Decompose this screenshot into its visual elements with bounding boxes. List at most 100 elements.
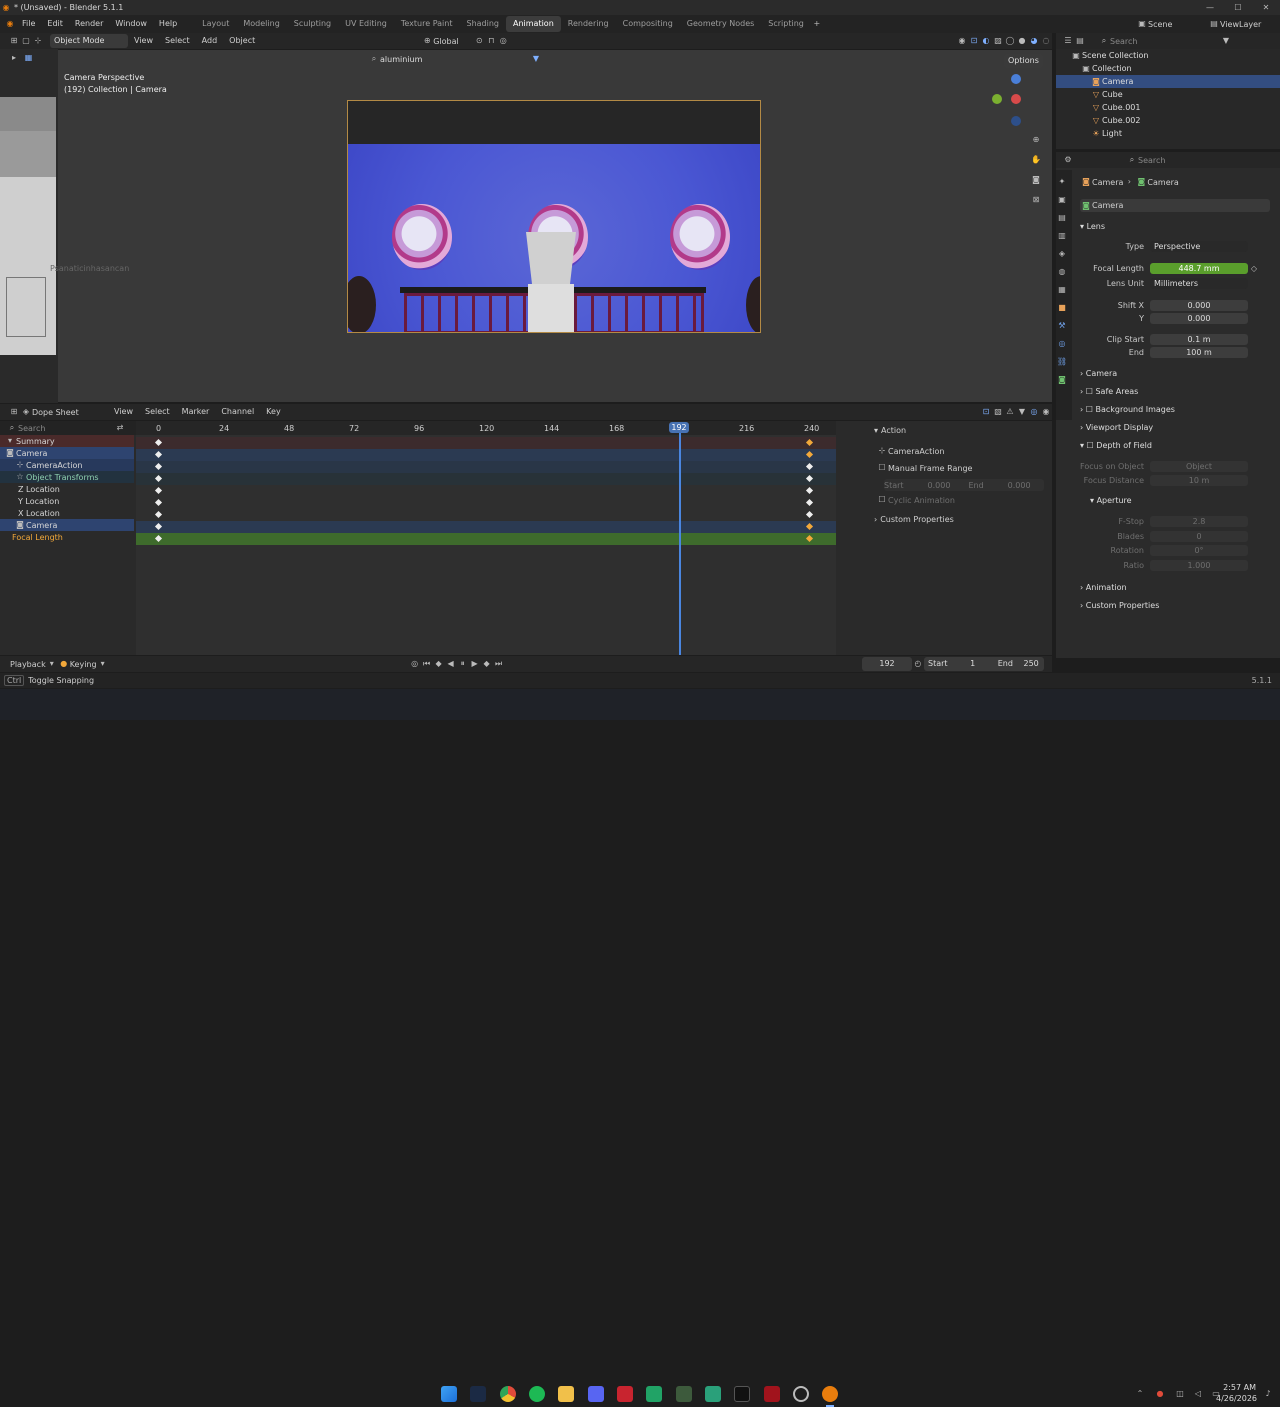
menu-window[interactable]: Window bbox=[109, 15, 153, 33]
pan-hand-icon[interactable]: ✋ bbox=[1030, 154, 1042, 166]
panel-depth-of-field[interactable]: ▾ ☐ Depth of Field bbox=[1080, 439, 1152, 453]
clip-end-field[interactable]: 100 m bbox=[1150, 347, 1248, 358]
outliner-item-cube-001[interactable]: ▽ Cube.001 bbox=[1070, 101, 1280, 114]
action-panel-header[interactable]: ▾ Action bbox=[874, 426, 906, 435]
panel-camera[interactable]: › Camera bbox=[1080, 367, 1117, 381]
filter-icon[interactable]: ▼ bbox=[1016, 406, 1028, 418]
menu-view[interactable]: View bbox=[128, 32, 159, 50]
app-grey-icon[interactable] bbox=[793, 1386, 809, 1402]
jump-end-icon[interactable]: ⏭ bbox=[493, 658, 505, 670]
tab-uv-editing[interactable]: UV Editing bbox=[338, 16, 394, 32]
shift-x-field[interactable]: 0.000 bbox=[1150, 300, 1248, 311]
viewlayer-selector[interactable]: ViewLayer bbox=[1220, 20, 1280, 29]
volume-icon[interactable]: ◁ bbox=[1192, 1388, 1204, 1400]
constraint-tab-icon[interactable]: ⛓ bbox=[1056, 356, 1068, 368]
options-button[interactable]: Options bbox=[1004, 54, 1043, 68]
outliner-item-cube-002[interactable]: ▽ Cube.002 bbox=[1070, 114, 1280, 127]
orientation-dropdown[interactable]: Global bbox=[433, 37, 473, 46]
app-red-dark-icon[interactable] bbox=[764, 1386, 780, 1402]
fstop-field[interactable]: 2.8 bbox=[1150, 516, 1248, 527]
app-teal-icon[interactable] bbox=[705, 1386, 721, 1402]
notification-bell-icon[interactable]: ♪ bbox=[1262, 1388, 1274, 1400]
outliner-editor-icon[interactable]: ☰ bbox=[1062, 35, 1074, 47]
only-selected-icon[interactable]: ⊡ bbox=[980, 406, 992, 418]
shift-y-field[interactable]: 0.000 bbox=[1150, 313, 1248, 324]
frame-ruler[interactable]: 0 24 48 72 96 120 144 168 216 240 bbox=[136, 421, 864, 435]
outliner-item-collection[interactable]: ▣ Collection bbox=[1070, 62, 1280, 75]
tab-animation[interactable]: Animation bbox=[505, 16, 561, 32]
tab-geometry-nodes[interactable]: Geometry Nodes bbox=[680, 16, 761, 32]
keyframe-start-row-5[interactable] bbox=[154, 498, 163, 507]
datablock-field[interactable]: ◙ Camera bbox=[1080, 199, 1270, 212]
menu-add[interactable]: Add bbox=[196, 32, 224, 50]
focus-distance-field[interactable]: 10 m bbox=[1150, 475, 1248, 486]
world-tab-icon[interactable]: ◍ bbox=[1056, 266, 1068, 278]
manual-frame-range-checkbox[interactable]: ☐ Manual Frame Range bbox=[876, 462, 972, 474]
tab-modeling[interactable]: Modeling bbox=[236, 16, 286, 32]
playback-menu[interactable]: Playback bbox=[10, 660, 46, 669]
outliner-item-scene-collection[interactable]: ▣ Scene Collection bbox=[1070, 49, 1280, 62]
camera-data-tab-icon[interactable]: ◙ bbox=[1056, 374, 1068, 386]
camera-view-icon[interactable]: ◙ bbox=[1030, 174, 1042, 186]
panel-viewport-display[interactable]: › Viewport Display bbox=[1080, 421, 1153, 435]
tab-rendering[interactable]: Rendering bbox=[561, 16, 616, 32]
clip-start-field[interactable]: 0.1 m bbox=[1150, 334, 1248, 345]
blender-menu-icon[interactable]: ◉ bbox=[4, 18, 16, 30]
tool-tab-icon[interactable]: ✦ bbox=[1056, 176, 1068, 188]
gizmo-icon[interactable]: ⊡ bbox=[968, 35, 980, 47]
shading-solid-icon[interactable]: ● bbox=[1016, 35, 1028, 47]
dopesheet-menu-select[interactable]: Select bbox=[139, 403, 176, 421]
ratio-field[interactable]: 1.000 bbox=[1150, 560, 1248, 571]
visibility-icon[interactable]: ◉ bbox=[956, 35, 968, 47]
channel-summary[interactable]: ▾ Summary bbox=[0, 435, 134, 447]
keyframe-end-row-6[interactable] bbox=[805, 510, 814, 519]
editor-type-icon[interactable]: ⊞ bbox=[8, 35, 20, 47]
dopesheet-menu-marker[interactable]: Marker bbox=[176, 403, 216, 421]
current-frame-field[interactable]: 192 bbox=[862, 657, 912, 671]
tab-layout[interactable]: Layout bbox=[195, 16, 236, 32]
pause-icon[interactable]: ⏸ bbox=[457, 658, 469, 670]
focal-length-field[interactable]: 448.7 mm bbox=[1150, 263, 1248, 274]
lock-icon[interactable]: ⊠ bbox=[1030, 194, 1042, 206]
menu-edit[interactable]: Edit bbox=[41, 15, 69, 33]
menu-file[interactable]: File bbox=[16, 15, 41, 33]
scene-selector[interactable]: Scene bbox=[1148, 20, 1208, 29]
rotation-field[interactable]: 0° bbox=[1150, 545, 1248, 556]
outliner-item-cube[interactable]: ▽ Cube bbox=[1070, 88, 1280, 101]
errors-icon[interactable]: ⚠ bbox=[1004, 406, 1016, 418]
collection-tab-icon[interactable]: ▦ bbox=[1056, 284, 1068, 296]
output-tab-icon[interactable]: ▤ bbox=[1056, 212, 1068, 224]
panel-aperture[interactable]: ▾ Aperture bbox=[1090, 494, 1132, 508]
properties-search-input[interactable]: Search bbox=[1138, 156, 1248, 165]
filter-icon[interactable]: ▼ bbox=[530, 53, 542, 65]
app-black-icon[interactable] bbox=[734, 1386, 750, 1402]
file-explorer-icon[interactable] bbox=[558, 1386, 574, 1402]
shading-render-icon[interactable]: ◌ bbox=[1040, 35, 1052, 47]
start-icon[interactable] bbox=[441, 1386, 457, 1402]
focus-object-field[interactable]: Object bbox=[1150, 461, 1248, 472]
swap-icon[interactable]: ⇄ bbox=[114, 422, 126, 434]
proportional-icon[interactable]: ◎ bbox=[497, 35, 509, 47]
discord-icon[interactable] bbox=[588, 1386, 604, 1402]
panel-safe-areas[interactable]: › ☐ Safe Areas bbox=[1080, 385, 1138, 399]
tab-scripting[interactable]: Scripting bbox=[761, 16, 811, 32]
snap-icon[interactable]: ⊓ bbox=[485, 35, 497, 47]
shading-material-icon[interactable]: ◕ bbox=[1028, 35, 1040, 47]
action-end-field[interactable]: 0.000 bbox=[1008, 481, 1031, 490]
custom-properties-panel[interactable]: › Custom Properties bbox=[874, 515, 954, 524]
tab-texture-paint[interactable]: Texture Paint bbox=[394, 16, 460, 32]
blender-taskbar-icon[interactable] bbox=[822, 1386, 838, 1402]
dopesheet-menu-view[interactable]: View bbox=[108, 403, 139, 421]
transform-icon[interactable]: ⊹ bbox=[32, 35, 44, 47]
channel-object-transforms[interactable]: ☆ Object Transforms bbox=[0, 471, 134, 483]
zoom-icon[interactable]: ⊕ bbox=[1030, 134, 1042, 146]
outliner-search-input[interactable]: Search bbox=[1110, 37, 1220, 46]
select-box-icon[interactable]: ▢ bbox=[20, 35, 32, 47]
end-frame-field[interactable]: 250 bbox=[1023, 659, 1038, 668]
render-tab-icon[interactable]: ▣ bbox=[1056, 194, 1068, 206]
select-mode-icon[interactable]: ▦ bbox=[23, 52, 35, 64]
dopesheet-mode-dropdown[interactable]: Dope Sheet bbox=[32, 408, 108, 417]
outliner-display-icon[interactable]: ▤ bbox=[1074, 35, 1086, 47]
jump-start-icon[interactable]: ⏮ bbox=[421, 658, 433, 670]
prev-keyframe-icon[interactable]: ◆ bbox=[433, 658, 445, 670]
